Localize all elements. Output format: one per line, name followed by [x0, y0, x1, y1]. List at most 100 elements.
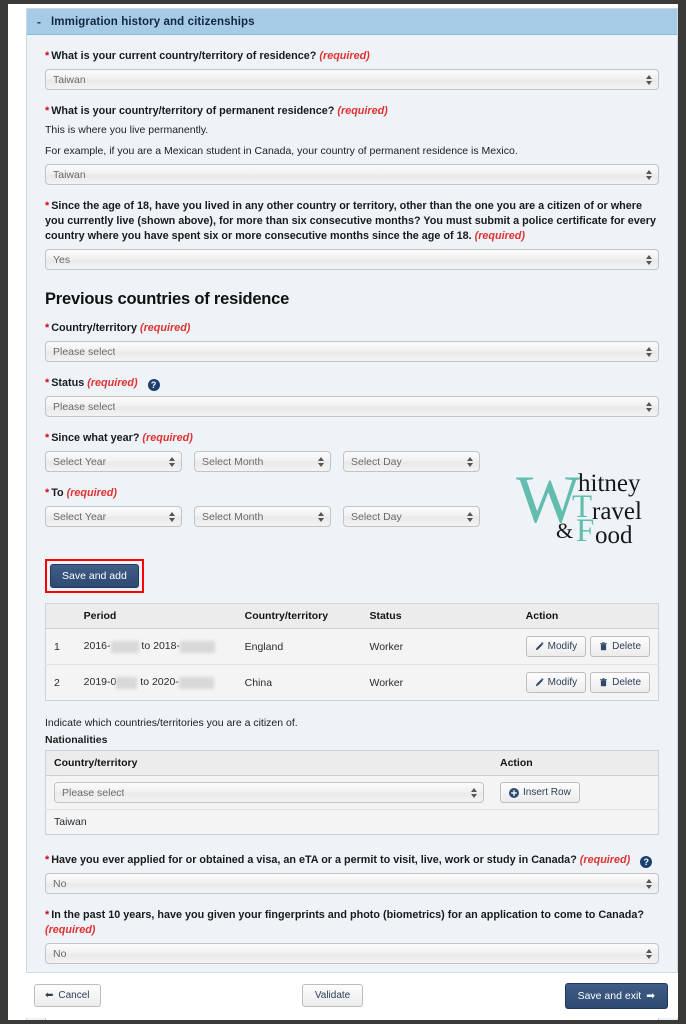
select-to-month[interactable]: Select Month	[194, 506, 331, 527]
label-text: To	[51, 487, 64, 499]
th-period: Period	[75, 603, 237, 629]
cell-action: Modify Delete	[517, 628, 659, 665]
required-asterisk-icon: *	[45, 105, 50, 117]
period-prefix: 2016-	[83, 640, 111, 652]
label-current-residence: * What is your current country/territory …	[45, 49, 659, 64]
field-biometrics: * In the past 10 years, have you given yo…	[45, 908, 659, 964]
trash-icon	[599, 678, 608, 687]
select-value: Select Month	[202, 455, 264, 468]
field-previous-country: * Country/territory (required) Please sel…	[45, 321, 659, 362]
redacted-text: XXXXX	[178, 677, 214, 689]
table-row: 1 2016-XXXX to 2018-XXXXX England Worker…	[45, 628, 659, 665]
table-header-row: Country/territory Action	[45, 750, 659, 776]
validate-button[interactable]: Validate	[301, 984, 364, 1007]
cell-country: China	[236, 664, 362, 701]
cancel-button[interactable]: ⬅ Cancel	[34, 984, 101, 1007]
label-since-year: * Since what year? (required)	[45, 431, 659, 446]
nationalities-table: Country/territory Action Please select I…	[45, 750, 659, 835]
select-visa-applied[interactable]: No	[45, 873, 659, 894]
select-permanent-residence[interactable]: Taiwan	[45, 164, 659, 185]
select-to-day[interactable]: Select Day	[343, 506, 480, 527]
save-and-exit-button[interactable]: Save and exit ➡	[564, 982, 669, 1009]
minus-icon[interactable]: -	[37, 16, 51, 28]
plus-circle-icon	[509, 787, 519, 798]
select-value: Select Day	[351, 510, 402, 523]
select-arrows-icon	[645, 877, 652, 891]
modify-label: Modify	[547, 677, 578, 688]
accordion-header-immigration[interactable]: - Immigration history and citizenships	[27, 9, 677, 35]
select-arrows-icon	[317, 510, 324, 524]
required-asterisk-icon: *	[45, 200, 50, 212]
insert-row-button[interactable]: Insert Row	[500, 782, 580, 803]
select-arrows-icon	[466, 455, 473, 469]
select-arrows-icon	[168, 510, 175, 524]
select-arrows-icon	[645, 400, 652, 414]
table-header-row: Period Country/territory Status Action	[45, 603, 659, 629]
select-value: Please select	[53, 345, 116, 358]
section-heading-previous-countries: Previous countries of residence	[45, 290, 290, 308]
select-value: Taiwan	[53, 73, 86, 86]
cell-status: Worker	[361, 664, 518, 701]
delete-button[interactable]: Delete	[590, 672, 650, 693]
help-icon-status[interactable]: ?	[147, 379, 160, 391]
redacted-text: XXX	[116, 677, 138, 689]
required-asterisk-icon: *	[45, 322, 50, 334]
select-current-residence[interactable]: Taiwan	[45, 69, 659, 90]
insert-row-label: Insert Row	[523, 787, 571, 798]
th-status: Status	[361, 603, 518, 629]
select-arrows-icon	[645, 345, 652, 359]
label-text: Country/territory	[51, 322, 137, 334]
pencil-icon	[535, 642, 544, 651]
modify-button[interactable]: Modify	[525, 636, 587, 657]
select-value: Please select	[62, 786, 125, 799]
cell-period: 2016-XXXX to 2018-XXXXX	[75, 628, 237, 665]
period-mid: to 2020-	[137, 676, 179, 688]
select-value: Select Day	[351, 455, 402, 468]
select-biometrics[interactable]: No	[45, 943, 659, 964]
immigration-form-panel: - Immigration history and citizenships *…	[26, 8, 678, 1020]
label-text: Status	[51, 377, 85, 389]
select-arrows-icon	[645, 253, 652, 267]
field-lived-elsewhere: * Since the age of 18, have you lived in …	[45, 199, 659, 270]
field-since-date: * Since what year? (required) Select Year…	[45, 431, 659, 472]
cell-nationality-select: Please select	[45, 775, 492, 810]
table-row: 2 2019-0XXX to 2020-XXXXX China Worker M…	[45, 664, 659, 701]
since-date-row: Select Year Select Month Select Day	[45, 446, 659, 472]
select-arrows-icon	[470, 786, 477, 800]
label-permanent-residence: * What is your country/territory of perma…	[45, 104, 659, 159]
label-to: * To (required)	[45, 486, 659, 501]
previous-residence-table: Period Country/territory Status Action 1…	[45, 603, 659, 701]
th-action: Action	[517, 603, 659, 629]
select-since-month[interactable]: Select Month	[194, 451, 331, 472]
required-tag: (required)	[140, 322, 191, 334]
arrow-left-icon: ⬅	[45, 990, 54, 1001]
hint-permanent-1: This is where you live permanently.	[45, 124, 209, 136]
save-and-add-button[interactable]: Save and add	[50, 564, 139, 588]
field-current-residence: * What is your current country/territory …	[45, 49, 659, 90]
field-to-date: * To (required) Select Year Select Month …	[45, 486, 659, 527]
modify-label: Modify	[547, 641, 578, 652]
save-exit-label: Save and exit	[577, 989, 642, 1002]
arrow-right-icon: ➡	[646, 989, 656, 1002]
footer-action-bar: ⬅ Cancel Validate Save and exit ➡	[26, 972, 678, 1018]
select-value: Taiwan	[53, 168, 86, 181]
select-previous-status[interactable]: Please select	[45, 396, 659, 417]
label-biometrics: * In the past 10 years, have you given yo…	[45, 908, 659, 938]
required-tag: (required)	[142, 432, 193, 444]
select-value: Select Year	[53, 510, 107, 523]
required-tag: (required)	[87, 377, 138, 389]
select-nationality[interactable]: Please select	[54, 782, 484, 803]
required-asterisk-icon: *	[45, 50, 50, 62]
modify-button[interactable]: Modify	[525, 672, 587, 693]
select-lived-elsewhere[interactable]: Yes	[45, 249, 659, 270]
select-previous-country[interactable]: Please select	[45, 341, 659, 362]
select-since-year[interactable]: Select Year	[45, 451, 182, 472]
delete-button[interactable]: Delete	[590, 636, 650, 657]
help-icon-visa[interactable]: ?	[640, 856, 653, 868]
select-since-day[interactable]: Select Day	[343, 451, 480, 472]
th-country: Country/territory	[236, 603, 362, 629]
accordion-title: Immigration history and citizenships	[51, 15, 255, 28]
label-previous-country: * Country/territory (required)	[45, 321, 659, 336]
select-value: No	[53, 877, 67, 890]
select-to-year[interactable]: Select Year	[45, 506, 182, 527]
